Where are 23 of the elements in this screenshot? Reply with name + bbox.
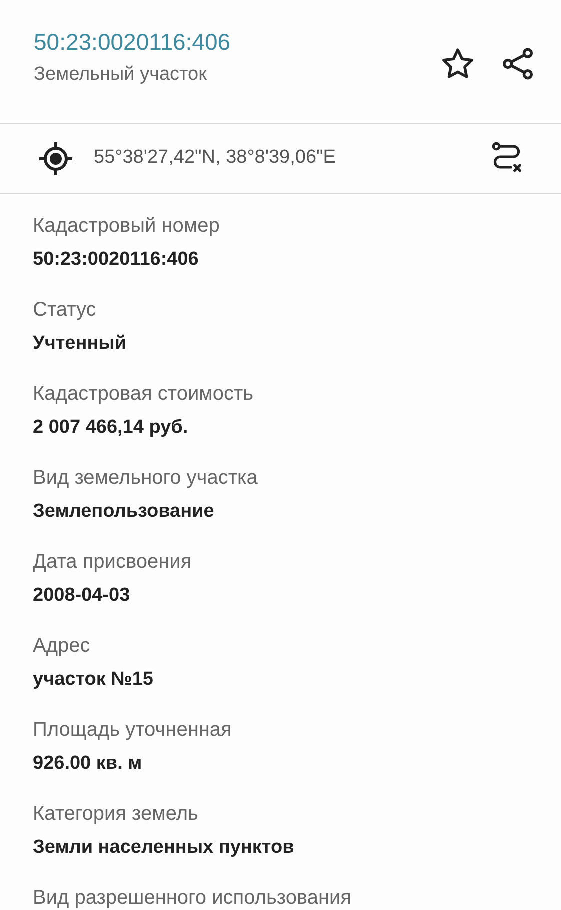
field-value: участок №15 — [33, 668, 154, 692]
parcel-number-title: 50:23:0020116:406 — [34, 28, 231, 57]
field-label: Дата присвоения — [33, 550, 192, 575]
parcel-type: Земельный участок — [34, 63, 208, 87]
field-label: Вид разрешенного использования — [33, 886, 352, 910]
field-value: Землепользование — [33, 500, 214, 524]
field-value: 2 007 466,14 руб. — [33, 416, 188, 440]
field-value: 2008-04-03 — [33, 584, 130, 608]
field-value: Учтенный — [33, 332, 127, 356]
star-icon[interactable] — [441, 48, 475, 80]
field-label: Адрес — [33, 634, 90, 659]
field-label: Категория земель — [33, 802, 198, 827]
field-label: Площадь уточненная — [33, 718, 232, 743]
field-value: 50:23:0020116:406 — [33, 248, 199, 272]
field-value: Земли населенных пунктов — [33, 836, 294, 860]
share-icon[interactable] — [501, 46, 535, 80]
coordinates-text: 55°38'27,42"N, 38°8'39,06"E — [94, 146, 337, 170]
field-label: Кадастровый номер — [33, 214, 220, 239]
field-value: 926.00 кв. м — [33, 752, 142, 776]
field-label: Вид земельного участка — [33, 466, 258, 491]
location-target-icon[interactable] — [38, 140, 74, 176]
field-label: Кадастровая стоимость — [33, 382, 254, 407]
field-label: Статус — [33, 298, 96, 323]
